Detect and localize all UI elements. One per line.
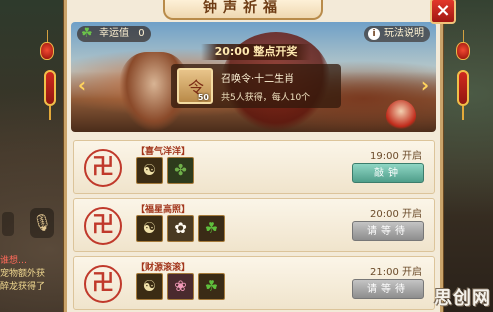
tassel-right-icon — [457, 70, 469, 120]
arrow-right-icon[interactable]: › — [418, 74, 432, 96]
slot-title: 【财源滚滚】 — [136, 263, 191, 273]
chat-log: 谁想… 宠物额外获 醉龙获得了 — [0, 255, 60, 312]
panel-title: 钟声祈福 — [163, 0, 323, 20]
clover-icon[interactable]: ☘ — [198, 273, 225, 300]
tassel-left-icon — [44, 70, 56, 120]
seal-icon: 卍 — [84, 149, 122, 187]
ring-bell-button[interactable]: 敲钟 — [352, 163, 424, 183]
lantern-right-icon — [456, 42, 470, 60]
watermark-logo: 思创网 — [434, 288, 491, 309]
prize-banner: ☘ 幸运值 0 i 玩法说明 20:00 整点开奖 令 50 召唤令·十二生肖 … — [71, 22, 436, 132]
leaf-icon[interactable]: ✤ — [167, 157, 194, 184]
luck-value: 0 — [138, 28, 145, 39]
reward-items: ☯ ❀ ☘ — [136, 273, 225, 300]
rules-label: 玩法说明 — [384, 28, 424, 39]
wait-button[interactable]: 请等待 — [352, 221, 424, 241]
lantern-string — [463, 30, 464, 42]
prize-item[interactable]: 令 50 — [177, 68, 213, 104]
prize-count: 50 — [197, 93, 209, 102]
bell-slot-row: 卍 【喜气洋洋】 ☯ ✤ 19:00 开启 敲钟 — [73, 140, 435, 194]
reward-items: ☯ ✤ — [136, 157, 194, 184]
bell-prayer-panel: 钟声祈福 × ☘ 幸运值 0 i 玩法说明 20:00 整点开奖 令 50 召唤… — [64, 0, 456, 312]
seal-icon: 卍 — [84, 207, 122, 245]
slot-title: 【福星高照】 — [136, 205, 191, 215]
luck-counter: ☘ 幸运值 0 — [77, 26, 151, 42]
lantern-left-icon — [40, 42, 54, 60]
prize-description: 共5人获得，每人10个 — [221, 93, 311, 103]
prize-name: 召唤令·十二生肖 — [221, 74, 295, 85]
bell-slot-row: 卍 【财源滚滚】 ☯ ❀ ☘ 21:00 开启 请等待 — [73, 256, 435, 310]
microphone-icon[interactable]: 🎙 — [30, 208, 54, 238]
seal-icon: 卍 — [84, 265, 122, 303]
rules-button[interactable]: i 玩法说明 — [364, 26, 430, 42]
plum-icon[interactable]: ❀ — [167, 273, 194, 300]
slot-time: 20:00 开启 — [370, 209, 422, 220]
clover-icon[interactable]: ☘ — [198, 215, 225, 242]
slot-time: 19:00 开启 — [370, 151, 422, 162]
mascot-illustration — [386, 100, 416, 132]
close-button[interactable]: × — [430, 0, 456, 24]
wait-button[interactable]: 请等待 — [352, 279, 424, 299]
chat-line: 醉龙获得了 — [0, 282, 46, 292]
luck-label: 幸运值 — [99, 28, 129, 39]
clover-icon: ☘ — [81, 26, 93, 41]
lantern-string — [47, 30, 48, 42]
chat-line: 谁想… — [0, 256, 28, 266]
lily-icon[interactable]: ✿ — [167, 215, 194, 242]
taiji-icon[interactable]: ☯ — [136, 157, 163, 184]
slot-title: 【喜气洋洋】 — [136, 147, 191, 157]
bell-slot-row: 卍 【福星高照】 ☯ ✿ ☘ 20:00 开启 请等待 — [73, 198, 435, 252]
taiji-icon[interactable]: ☯ — [136, 215, 163, 242]
chat-line: 宠物额外获 — [0, 269, 46, 279]
reward-items: ☯ ✿ ☘ — [136, 215, 225, 242]
draw-time: 20:00 整点开奖 — [201, 44, 311, 60]
scroll-handle[interactable] — [2, 212, 14, 236]
arrow-left-icon[interactable]: ‹ — [75, 74, 89, 96]
info-icon: i — [368, 28, 380, 40]
slot-time: 21:00 开启 — [370, 267, 422, 278]
prize-info: 令 50 召唤令·十二生肖 共5人获得，每人10个 — [171, 64, 341, 108]
taiji-icon[interactable]: ☯ — [136, 273, 163, 300]
